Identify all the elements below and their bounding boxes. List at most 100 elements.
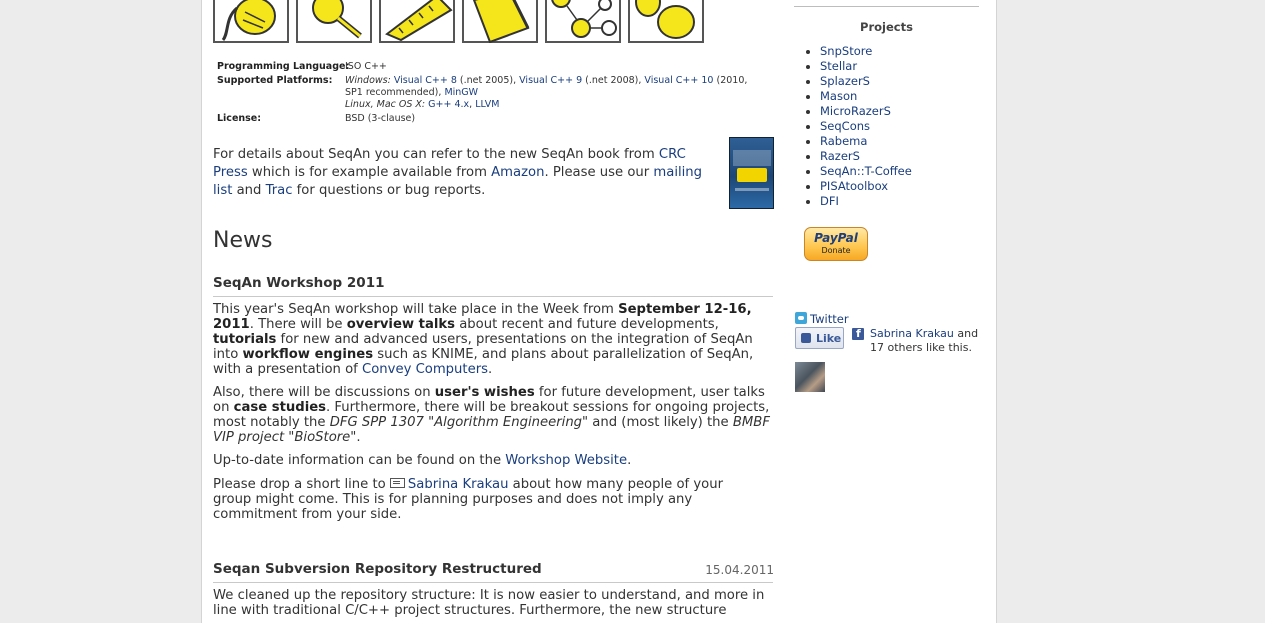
link-visual-cpp-8[interactable]: Visual C++ 8 (394, 75, 457, 86)
projects-list: SnpStore Stellar SplazerS Mason MicroRaz… (806, 44, 912, 209)
link-trac[interactable]: Trac (266, 183, 293, 198)
workshop-p1-text-e: about recent and future developments, (455, 317, 719, 332)
link-project-dfi[interactable]: DFI (820, 194, 839, 208)
workshop-p4-text-a: Please drop a short line to (213, 477, 390, 492)
link-license[interactable]: BSD (3-clause) (345, 113, 765, 125)
facebook-icon (852, 327, 864, 340)
like-label: Like (816, 332, 842, 345)
cable-icon (213, 0, 289, 43)
book-subtitle-band (735, 188, 769, 191)
project-item: RazerS (806, 149, 912, 164)
link-workshop-website[interactable]: Workshop Website (505, 453, 627, 468)
intro-text-4: and (232, 183, 266, 198)
project-item: Stellar (806, 59, 912, 74)
supported-platforms-label: Supported Platforms: (217, 75, 333, 86)
workshop-workflow-engines: workflow engines (242, 347, 374, 362)
programming-language-label: Programming Language: (217, 61, 350, 72)
unix-prefix: Linux, Mac OS X: (345, 99, 426, 110)
link-mingw[interactable]: MinGW (444, 87, 478, 98)
sidebar-divider (794, 6, 979, 7)
project-item: SeqAn::T-Coffee (806, 164, 912, 179)
link-project-razers[interactable]: RazerS (820, 149, 860, 163)
paypal-donate-label: Donate (821, 246, 851, 255)
paypal-donate-button[interactable]: PayPal Donate (804, 227, 868, 261)
intro-text-2: which is for example available from (247, 165, 492, 180)
link-project-microrazers[interactable]: MicroRazerS (820, 104, 891, 118)
book-title-band (733, 150, 771, 166)
link-project-pisatoolbox[interactable]: PISAtoolbox (820, 179, 888, 193)
supported-platforms-value: Windows: Visual C++ 8 (.net 2005), Visua… (345, 75, 755, 111)
book-seqan-emblem (737, 168, 767, 182)
article-title-svn: Seqan Subversion Repository Restructured (213, 561, 542, 577)
mail-icon (389, 478, 405, 488)
link-project-seqan-t-coffee[interactable]: SeqAn::T-Coffee (820, 164, 912, 178)
sidebar: Projects SnpStore Stellar SplazerS Mason… (784, 0, 997, 623)
article-date: 15.04.2011 (705, 563, 774, 577)
link-sabrina-krakau-email[interactable]: Sabrina Krakau (408, 477, 509, 492)
workshop-paragraph-1: This year's SeqAn workshop will take pla… (213, 302, 775, 377)
project-item: Rabema (806, 134, 912, 149)
article-title-workshop: SeqAn Workshop 2011 (213, 275, 385, 291)
project-item: SplazerS (806, 74, 912, 89)
project-item: SeqCons (806, 119, 912, 134)
workshop-p1-text-a: This year's SeqAn workshop will take pla… (213, 302, 619, 317)
project-item: Mason (806, 89, 912, 104)
workshop-p3-text-a: Up-to-date information can be found on t… (213, 453, 506, 468)
workshop-paragraph-4: Please drop a short line to Sabrina Krak… (213, 477, 743, 522)
workshop-p1-text-c: . There will be (249, 317, 347, 332)
windows-prefix: Windows: (345, 75, 391, 86)
article-divider (213, 296, 773, 297)
link-project-seqcons[interactable]: SeqCons (820, 119, 870, 133)
link-amazon[interactable]: Amazon (491, 165, 544, 180)
link-project-snpstore[interactable]: SnpStore (820, 44, 872, 58)
vc8-suffix: (.net 2005), (456, 75, 520, 86)
link-project-mason[interactable]: Mason (820, 89, 857, 103)
intro-text-3: . Please use our (544, 165, 654, 180)
link-facebook-user[interactable]: Sabrina Krakau (870, 327, 954, 340)
facebook-like-button[interactable]: Like (795, 327, 844, 349)
main-content: Programming Language: ISO C++ Supported … (201, 0, 785, 623)
link-visual-cpp-10[interactable]: Visual C++ 10 (644, 75, 713, 86)
link-project-rabema[interactable]: Rabema (820, 134, 867, 148)
ruler-icon (379, 0, 455, 43)
intro-text-1: For details about SeqAn you can refer to… (213, 147, 659, 162)
workshop-p3-text-c: . (627, 453, 632, 468)
workshop-p1-text-k: . (488, 362, 493, 377)
svn-paragraph-1: We cleaned up the repository structure: … (213, 588, 765, 618)
workshop-tutorials: tutorials (213, 332, 277, 347)
blob-icon (628, 0, 704, 43)
workshop-overview-talks: overview talks (346, 317, 456, 332)
link-project-stellar[interactable]: Stellar (820, 59, 857, 73)
intro-paragraph: For details about SeqAn you can refer to… (213, 146, 719, 200)
workshop-users-wishes: user's wishes (434, 385, 535, 400)
link-convey-computers[interactable]: Convey Computers (362, 362, 488, 377)
intro-text-5: for questions or bug reports. (292, 183, 486, 198)
workshop-p2-text-g: and (most likely) the (588, 415, 733, 430)
project-item: DFI (806, 194, 912, 209)
thumbs-up-icon (801, 333, 811, 343)
bucket-icon (462, 0, 538, 43)
workshop-paragraph-3: Up-to-date information can be found on t… (213, 453, 775, 468)
facebook-user-avatar[interactable] (795, 362, 825, 392)
link-visual-cpp-9[interactable]: Visual C++ 9 (519, 75, 582, 86)
programming-language-value: ISO C++ (345, 61, 387, 72)
magnifier-icon (296, 0, 372, 43)
link-gpp[interactable]: G++ 4.x (428, 99, 469, 110)
link-llvm[interactable]: LLVM (475, 99, 499, 110)
project-item: SnpStore (806, 44, 912, 59)
seqan-book-cover-image[interactable] (729, 137, 774, 209)
workshop-p2-text-i: . (356, 430, 361, 445)
link-project-splazers[interactable]: SplazerS (820, 74, 870, 88)
license-label: License: (217, 113, 262, 124)
graph-icon (545, 0, 621, 43)
article-divider (213, 582, 773, 583)
project-item: PISAtoolbox (806, 179, 912, 194)
projects-heading: Projects (860, 20, 913, 34)
twitter-link[interactable]: Twitter (810, 312, 849, 326)
workshop-case-studies: case studies (233, 400, 327, 415)
facebook-like-count: Sabrina Krakau and 17 others like this. (870, 327, 990, 355)
news-heading: News (213, 228, 273, 253)
project-item: MicroRazerS (806, 104, 912, 119)
workshop-paragraph-2: Also, there will be discussions on user'… (213, 385, 775, 445)
twitter-icon[interactable] (795, 312, 807, 324)
